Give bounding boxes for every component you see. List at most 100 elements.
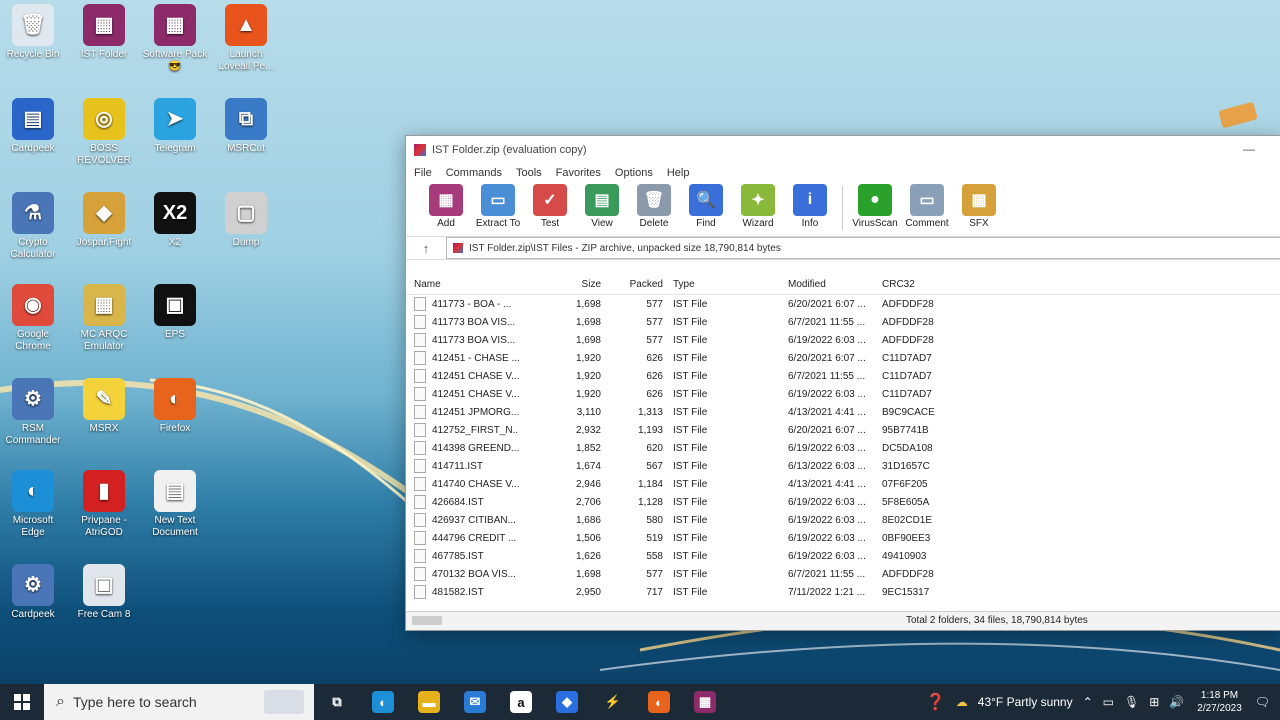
desktop-icon[interactable]: ⚙ RSM Commander xyxy=(0,378,66,447)
column-modified[interactable]: Modified xyxy=(788,279,880,290)
desktop-icon[interactable]: ▦ MC ARQC Emulator xyxy=(71,284,137,353)
test-button[interactable]: ✓ Test xyxy=(524,184,576,229)
file-row[interactable]: 414740 CHASE V... 2,946 1,184 IST File 4/13/… xyxy=(406,475,1280,493)
desktop-icon[interactable]: ➤ Telegram xyxy=(142,98,208,155)
desktop-icon[interactable]: ✎ MSRX xyxy=(71,378,137,435)
file-row[interactable]: 426937 CITIBAN... 1,686 580 IST File 6/19/20… xyxy=(406,511,1280,529)
taskbar-task-view[interactable]: ⧉ xyxy=(314,684,360,720)
taskbar-firefox[interactable]: ◐ xyxy=(636,684,682,720)
winrar-window[interactable]: IST Folder.zip (evaluation copy) — File C… xyxy=(405,135,1280,631)
desktop-icon[interactable]: ◉ Google Chrome xyxy=(0,284,66,353)
start-button[interactable] xyxy=(0,684,44,720)
taskbar-mail[interactable]: ✉ xyxy=(452,684,498,720)
file-row[interactable]: 414711.IST 1,674 567 IST File 6/13/2022 6:03… xyxy=(406,457,1280,475)
desktop-icon[interactable]: ◐ Firefox xyxy=(142,378,208,435)
title-bar[interactable]: IST Folder.zip (evaluation copy) — xyxy=(406,136,1280,164)
help-icon[interactable]: ❓ xyxy=(926,692,946,712)
desktop-icon-label: Dump xyxy=(232,237,260,248)
column-size[interactable]: Size xyxy=(519,279,601,290)
add-button[interactable]: ▦ Add xyxy=(420,184,472,229)
taskbar-amazon[interactable]: a xyxy=(498,684,544,720)
column-type[interactable]: Type xyxy=(663,279,788,290)
desktop-icon[interactable]: ▤ Cardpeek xyxy=(0,98,66,155)
file-list[interactable]: Name Size Packed Type Modified CRC32 411… xyxy=(406,274,1280,610)
desktop-icon[interactable]: X2 X2 xyxy=(142,192,208,249)
file-row[interactable]: 411773 BOA VIS... 1,698 577 IST File 6/19/20… xyxy=(406,331,1280,349)
file-row[interactable]: 412451 CHASE V... 1,920 626 IST File 6/7/202… xyxy=(406,367,1280,385)
file-row[interactable]: 412451 JPMORG... 3,110 1,313 IST File 4/13/2… xyxy=(406,403,1280,421)
desktop-icon[interactable]: ▣ Free Cam 8 xyxy=(71,564,137,621)
desktop-icon[interactable]: ◐ Microsoft Edge xyxy=(0,470,66,539)
weather-icon[interactable]: ☁ xyxy=(956,695,968,709)
file-name: 426684.IST xyxy=(406,495,519,509)
menu-favorites[interactable]: Favorites xyxy=(556,167,601,179)
file-row[interactable]: 470132 BOA VIS... 1,698 577 IST File 6/7/202… xyxy=(406,565,1280,583)
desktop-icon[interactable]: ▢ Dump xyxy=(213,192,279,249)
menu-tools[interactable]: Tools xyxy=(516,167,542,179)
file-row[interactable]: 412451 - CHASE ... 1,920 626 IST File 6/20/2… xyxy=(406,349,1280,367)
find-button[interactable]: 🔍 Find xyxy=(680,184,732,229)
menu-commands[interactable]: Commands xyxy=(446,167,502,179)
file-row[interactable]: 444796 CREDIT ... 1,506 519 IST File 6/19/20… xyxy=(406,529,1280,547)
desktop-icon[interactable]: ▲ Launch Loveall Pe... xyxy=(213,4,279,73)
file-row[interactable]: 467785.IST 1,626 558 IST File 6/19/2022 6:03… xyxy=(406,547,1280,565)
comment-button[interactable]: ▭ Comment xyxy=(901,184,953,229)
file-row[interactable]: 426684.IST 2,706 1,128 IST File 6/19/2022 6:… xyxy=(406,493,1280,511)
taskbar-winamp-like[interactable]: ⚡ xyxy=(590,684,636,720)
taskbar-search-box[interactable]: ⌕ Type here to search xyxy=(44,684,314,720)
desktop-icon[interactable]: ⧉ MSRCut xyxy=(213,98,279,155)
file-icon xyxy=(414,405,426,419)
desktop-icon[interactable]: ▤ New Text Document xyxy=(142,470,208,539)
virusscan-button[interactable]: ● VirusScan xyxy=(849,184,901,229)
desktop-icon[interactable]: ▦ Software Pack 😎 xyxy=(142,4,208,73)
file-size: 1,674 xyxy=(575,460,601,472)
desktop-icon[interactable]: ▦ IST Folder xyxy=(71,4,137,61)
taskbar-winrar[interactable]: ▦ xyxy=(682,684,728,720)
file-size: 1,686 xyxy=(575,514,601,526)
notification-icon[interactable]: 🗨 xyxy=(1255,695,1270,709)
file-row[interactable]: 411773 - BOA - ... 1,698 577 IST File 6/20/2… xyxy=(406,295,1280,313)
chevron-up-icon[interactable]: ⌃ xyxy=(1083,695,1093,709)
file-row[interactable]: 414398 GREEND... 1,852 620 IST File 6/19/202… xyxy=(406,439,1280,457)
clock-date: 2/27/2023 xyxy=(1197,703,1242,714)
file-row[interactable]: 412752_FIRST_N... 2,932 1,193 IST File 6/20/… xyxy=(406,421,1280,439)
info-button[interactable]: i Info xyxy=(784,184,836,229)
taskbar-edge[interactable]: ◐ xyxy=(360,684,406,720)
address-path[interactable]: IST Folder.zip\IST Files - ZIP archive, … xyxy=(446,237,1280,259)
weather-text[interactable]: 43°F Partly sunny xyxy=(978,695,1073,709)
taskbar-dropbox[interactable]: ◆ xyxy=(544,684,590,720)
desktop-icon[interactable]: ▣ EPS xyxy=(142,284,208,341)
desktop-icon[interactable]: ⚙ Cardpeek xyxy=(0,564,66,621)
desktop-icon[interactable]: ⚗ Crypto Calculator xyxy=(0,192,66,261)
clock[interactable]: 1:18 PM 2/27/2023 xyxy=(1197,689,1242,715)
column-name[interactable]: Name xyxy=(406,279,519,290)
wizard-button[interactable]: ✦ Wizard xyxy=(732,184,784,229)
file-packed: 567 xyxy=(646,460,663,472)
volume-icon[interactable]: 🔊 xyxy=(1169,695,1184,709)
file-row[interactable]: 411773 BOA VIS... 1,698 577 IST File 6/7/202… xyxy=(406,313,1280,331)
minimize-icon[interactable]: — xyxy=(1243,142,1255,156)
desktop-icon[interactable]: ◎ BOSS REVOLVER xyxy=(71,98,137,167)
menu-options[interactable]: Options xyxy=(615,167,653,179)
microphone-icon[interactable]: 🎙 xyxy=(1124,695,1139,709)
battery-icon[interactable]: ▭ xyxy=(1103,695,1114,709)
extract-to-button[interactable]: ▭ Extract To xyxy=(472,184,524,229)
delete-button[interactable]: 🗑 Delete xyxy=(628,184,680,229)
menu-file[interactable]: File xyxy=(414,167,432,179)
desktop-corner-icon[interactable] xyxy=(1216,100,1260,130)
file-modified: 6/13/2022 6:03 ... xyxy=(788,460,866,472)
column-crc32[interactable]: CRC32 xyxy=(880,279,962,290)
file-row[interactable]: 481582.IST 2,950 717 IST File 7/11/2022 1:21… xyxy=(406,583,1280,601)
view-button[interactable]: ▤ View xyxy=(576,184,628,229)
up-arrow-icon[interactable]: ↑ xyxy=(406,241,446,256)
system-tray: ❓ ☁ 43°F Partly sunny ⌃ ▭ 🎙 ⊞ 🔊 1:18 PM … xyxy=(921,684,1280,720)
desktop-icon[interactable]: 🗑 Recycle Bin xyxy=(0,4,66,61)
desktop-icon[interactable]: ◆ Jospar.Fight xyxy=(71,192,137,249)
file-row[interactable]: 412451 CHASE V... 1,920 626 IST File 6/19/20… xyxy=(406,385,1280,403)
sfx-button[interactable]: ▦ SFX xyxy=(953,184,1005,229)
taskbar-file-explorer[interactable]: ▬ xyxy=(406,684,452,720)
desktop-icon[interactable]: ▮ Privpane - AtriGOD xyxy=(71,470,137,539)
network-icon[interactable]: ⊞ xyxy=(1149,695,1159,709)
column-packed[interactable]: Packed xyxy=(601,279,663,290)
menu-help[interactable]: Help xyxy=(667,167,690,179)
